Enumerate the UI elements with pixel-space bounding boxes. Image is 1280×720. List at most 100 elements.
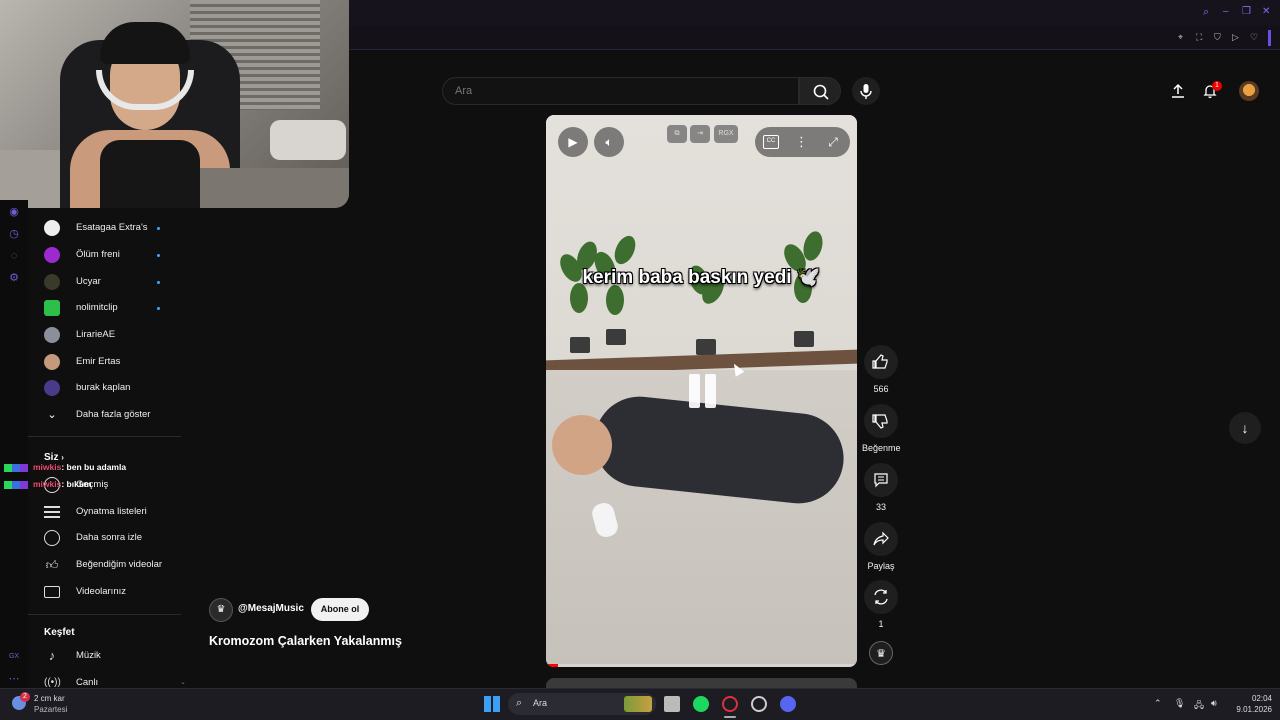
left-rail: ◉ ◷ ◌ ⚙ GX ⋯ [0,200,28,688]
share-icon [864,522,898,556]
subscribe-button[interactable]: Abone ol [311,598,369,621]
cc-icon[interactable]: CC [763,135,779,149]
minimize-icon[interactable]: ‒ [1223,6,1233,18]
thumbs-down-icon [864,404,898,438]
share-button[interactable]: Paylaş [862,522,900,571]
close-icon[interactable]: ✕ [1262,6,1272,18]
clock-icon[interactable]: ◷ [7,227,21,241]
dislike-button[interactable]: Beğenme [862,404,901,453]
sidebar-item-live[interactable]: ((•)) Canlı [44,675,184,688]
sidebar-item-subscription[interactable]: Ölüm freni [44,247,184,267]
heart-icon[interactable]: ♡ [1250,32,1260,44]
remix-count: 1 [878,619,884,629]
play-circle-icon[interactable]: ◉ [7,205,21,219]
sidebar-item-subscription[interactable]: Ucyar [44,274,184,294]
channel-avatar[interactable]: ♛ [209,598,233,622]
channel-handle[interactable]: @MesajMusic [238,603,304,614]
sidebar-item-label: Beğendiğim videolar [76,559,163,570]
shield-icon[interactable]: ⛉ [1214,32,1224,44]
miniplayer-button[interactable]: ⧉ [667,125,687,143]
play-icon[interactable]: ▷ [1232,32,1242,44]
channel-audio-button[interactable]: ♛ [862,641,900,665]
comment-count: 33 [875,502,886,512]
sidebar-item-subscription[interactable]: Emir Ertas [44,354,184,374]
pin-icon[interactable]: ⌖ [1178,32,1188,44]
plant [555,233,601,353]
sidebar-item-subscription[interactable]: nolimitclip [44,300,184,320]
more-icon[interactable]: ⋯ [7,672,21,686]
clock-time[interactable]: 02:04 [1232,694,1272,703]
sidebar-item-subscription[interactable]: LirarieAE [44,327,184,347]
shorts-player[interactable]: kerim baba baskın yedi 🕊️ ▶ 🔈︎ ⧉ ⇥ RGX C… [546,115,857,667]
maximize-icon[interactable]: ❐ [1242,6,1252,18]
steam-icon[interactable] [751,696,767,712]
upload-button[interactable] [1170,83,1186,99]
sidebar-item-subscription[interactable]: burak kaplan [44,380,184,400]
new-content-dot [157,227,160,230]
sidebar-item-music[interactable]: ♪ Müzik [44,648,184,668]
windows-start-icon[interactable] [484,696,500,712]
channel-avatar-icon [44,220,60,236]
voice-search-button[interactable] [852,77,880,105]
volume-icon[interactable]: 🔊︎ [1211,698,1217,709]
gx-icon[interactable]: GX [7,650,21,664]
chat-badges-icon [4,463,32,472]
spotify-icon[interactable] [693,696,709,712]
search-icon [813,84,829,100]
sidebar-item-label: nolimitclip [76,302,118,313]
extension-chip[interactable]: RGX [714,125,738,143]
pause-icon[interactable] [681,370,723,412]
weather-widget[interactable]: 2 2 cm kar Pazartesi [12,692,92,716]
new-content-dot [157,307,160,310]
sidebar-item-label: Daha sonra izle [76,532,143,543]
chat-username: miwkis [33,479,62,489]
sidebar-item-subscription[interactable]: Esatagaa Extra's [44,220,184,240]
search-input[interactable]: Ara [442,77,799,105]
tray-overflow-icon[interactable]: ⌃ [1154,698,1162,709]
sidebar-accent [1268,30,1271,46]
sidebar-item-your-videos[interactable]: Videolarınız [44,584,184,604]
play-button[interactable]: ▶ [558,127,588,157]
chat-icon[interactable]: ◌ [7,249,21,263]
chat-badges-icon [4,480,32,489]
avatar[interactable] [1239,81,1259,101]
sidebar-show-more[interactable]: ⌄ Daha fazla göster [44,407,184,427]
pip-button[interactable]: ⇥ [690,125,710,143]
clock-date[interactable]: 9.01.2026 [1222,705,1272,714]
sidebar-item-playlists[interactable]: Oynatma listeleri [44,504,184,524]
next-short-preview [546,678,857,688]
sidebar-item-liked-videos[interactable]: 👍︎ Beğendiğim videolar [44,557,184,577]
taskbar-search[interactable]: ⌕ Ara [508,693,656,715]
active-app-indicator [724,716,736,718]
sidebar-item-watch-later[interactable]: Daha sonra izle [44,530,184,550]
weather-temp: 2 cm kar [34,694,65,703]
new-content-dot [157,254,160,257]
microphone-icon[interactable]: 🎙︎ [1174,698,1185,709]
like-button[interactable]: 566 [862,345,900,394]
comments-button[interactable]: 33 [862,463,900,512]
volume-button[interactable]: 🔈︎ [594,127,624,157]
fullscreen-icon[interactable]: ⤢ [825,133,841,151]
dislike-label: Beğenme [862,443,901,453]
live-icon: ((•)) [44,677,61,688]
network-icon[interactable]: 🖧︎ [1194,698,1204,714]
opera-gx-icon[interactable] [722,696,738,712]
search-highlight-icon [624,696,652,712]
next-video-button[interactable]: ↓ [1229,412,1261,444]
discord-icon[interactable] [780,696,796,712]
more-options-icon[interactable]: ⋮ [795,133,808,151]
chevron-down-icon: ⌄ [47,409,57,421]
crop-icon[interactable]: ⛶ [1196,32,1206,44]
file-explorer-icon[interactable] [664,696,680,712]
sidebar-item-label: Oynatma listeleri [76,506,147,517]
chat-text: : ben bu adamla [61,462,127,472]
progress-bar[interactable] [546,664,857,667]
playlist-icon [44,506,60,518]
remix-button[interactable]: 1 [862,580,900,629]
search-button[interactable] [799,77,841,105]
video-title[interactable]: Kromozom Çalarken Yakalanmış [209,634,402,648]
sidebar-item-label: Videolarınız [76,586,126,597]
gear-icon[interactable]: ⚙ [7,271,21,285]
scroll-down-icon[interactable]: ⌄ [180,679,188,687]
search-icon[interactable]: ⌕ [1203,6,1215,18]
